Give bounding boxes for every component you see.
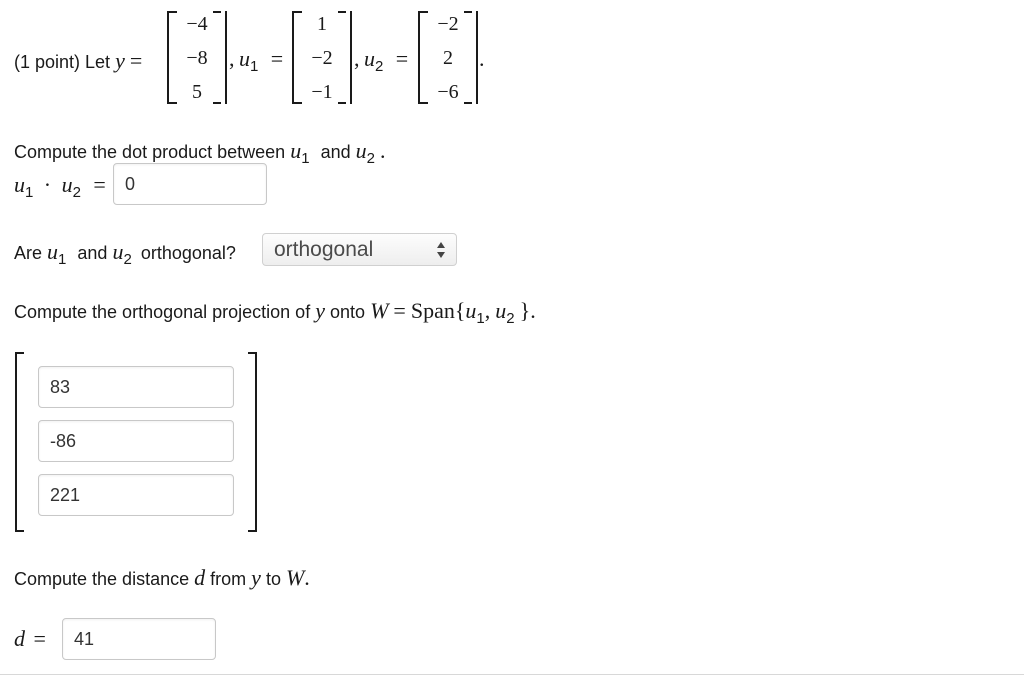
projection-input-2[interactable]: -86 [38, 420, 234, 462]
projection-input-3[interactable]: 221 [38, 474, 234, 516]
u2-entry-3: −6 [437, 81, 459, 103]
equals-sign: = [129, 48, 143, 73]
u1-label: , u1 = [229, 46, 284, 75]
orthogonal-select-value: orthogonal [274, 237, 374, 261]
y-entry-2: −8 [186, 47, 208, 69]
y-entry-3: 5 [192, 81, 202, 103]
q3-prompt: Compute the orthogonal projection of y o… [14, 298, 536, 327]
u1-entry-1: 1 [317, 13, 327, 35]
statement-period: . [479, 46, 485, 71]
u1-entry-2: −2 [311, 47, 333, 69]
projection-right-bracket [248, 352, 257, 532]
u2-entry-2: 2 [443, 47, 453, 69]
u2-entry-1: −2 [437, 13, 459, 35]
projection-left-bracket [15, 352, 24, 532]
problem-intro: (1 point) Let y = [14, 48, 142, 74]
distance-input[interactable]: 41 [62, 618, 216, 660]
u2-vector: −2 2 −6 [418, 11, 478, 104]
orthogonal-select[interactable]: orthogonal [262, 233, 457, 266]
q2-prompt: Are u1 and u2 orthogonal? [14, 239, 236, 268]
dot-product-label: u1 · u2 = [14, 172, 106, 201]
page-bottom-divider [0, 674, 1024, 675]
u2-label: , u2 = [354, 46, 409, 75]
distance-label: d = [14, 626, 46, 651]
projection-input-1[interactable]: 83 [38, 366, 234, 408]
intro-text: (1 point) Let [14, 52, 111, 72]
q1-prompt: Compute the dot product between u1 and u… [14, 138, 386, 167]
updown-arrows-icon [437, 242, 445, 258]
y-vector: −4 −8 5 [167, 11, 227, 104]
u1-vector: 1 −2 −1 [292, 11, 352, 104]
y-symbol: y [115, 48, 125, 73]
dot-product-input[interactable]: 0 [113, 163, 267, 205]
y-entry-1: −4 [186, 13, 208, 35]
u1-entry-3: −1 [311, 81, 333, 103]
q4-prompt: Compute the distance d from y to W. [14, 565, 310, 590]
